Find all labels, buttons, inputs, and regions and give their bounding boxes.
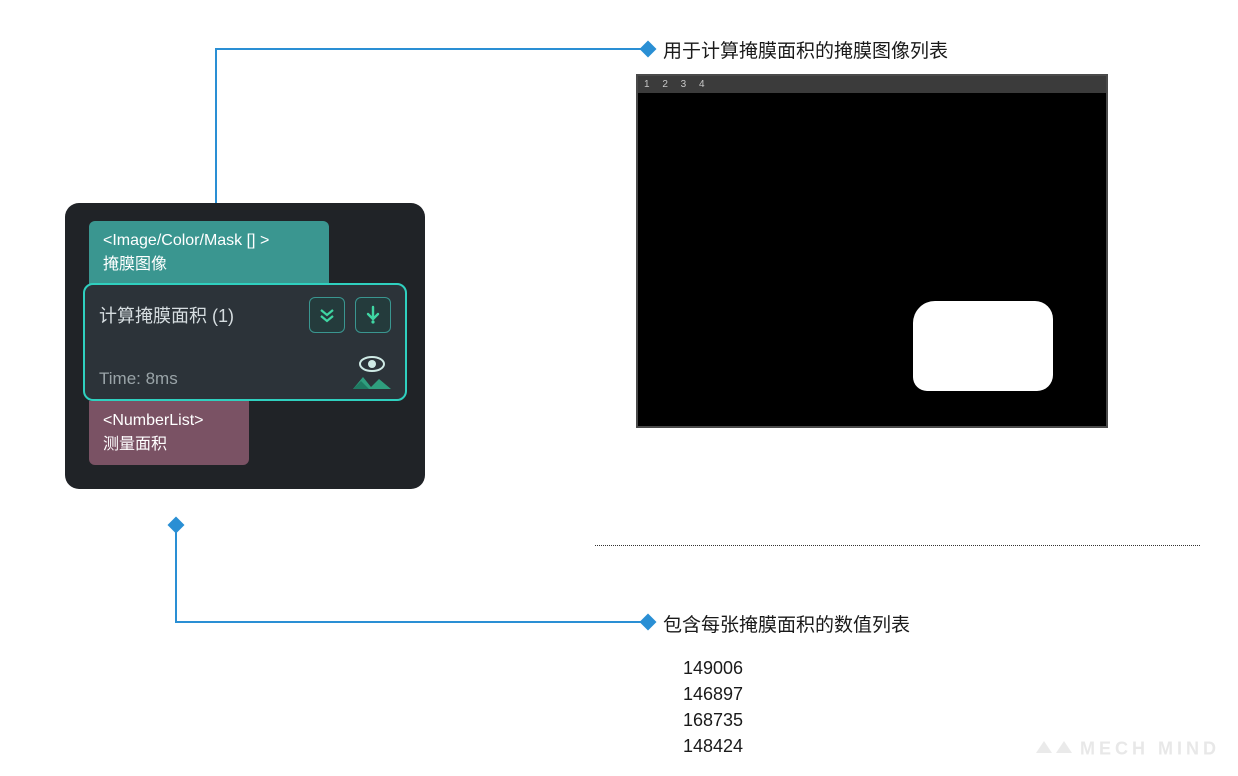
connector-line <box>215 48 645 50</box>
output-type-label: <NumberList> <box>103 409 235 433</box>
connector-endpoint-icon <box>640 41 657 58</box>
area-value-list: 149006 146897 168735 148424 <box>683 655 743 759</box>
callout-number-list: 包含每张掩膜面积的数值列表 <box>663 610 910 637</box>
list-item: 168735 <box>683 707 743 733</box>
expand-button[interactable] <box>309 297 345 333</box>
connector-line <box>175 621 645 623</box>
list-item: 149006 <box>683 655 743 681</box>
input-type-label: <Image/Color/Mask [] > <box>103 229 315 253</box>
connector-endpoint-icon <box>168 517 185 534</box>
list-item: 148424 <box>683 733 743 759</box>
node-title: 计算掩膜面积 (1) <box>99 302 299 328</box>
connector-line <box>215 48 217 222</box>
time-label: Time: 8ms <box>99 369 178 389</box>
download-arrow-icon <box>364 305 382 325</box>
output-port[interactable]: <NumberList> 测量面积 <box>89 401 249 465</box>
eye-icon <box>357 355 387 373</box>
connector-endpoint-icon <box>640 614 657 631</box>
double-chevron-down-icon <box>317 305 337 325</box>
watermark: MECH MIND <box>1034 737 1220 762</box>
logo-icon <box>1034 737 1074 762</box>
callout-mask-list: 用于计算掩膜面积的掩膜图像列表 <box>663 36 948 63</box>
separator <box>595 545 1200 546</box>
connector-line <box>175 525 177 623</box>
mask-blob <box>913 301 1053 391</box>
node-main[interactable]: 计算掩膜面积 (1) Time: 8ms <box>83 283 407 401</box>
input-name: 掩膜图像 <box>103 253 315 277</box>
preview-tab-strip[interactable]: 1 2 3 4 <box>638 76 1106 93</box>
download-button[interactable] <box>355 297 391 333</box>
mask-preview-panel: 1 2 3 4 <box>636 74 1108 428</box>
input-port[interactable]: <Image/Color/Mask [] > 掩膜图像 <box>89 221 329 285</box>
output-name: 测量面积 <box>103 433 235 457</box>
visibility-toggle[interactable] <box>353 355 391 389</box>
list-item: 146897 <box>683 681 743 707</box>
hills-icon <box>353 375 391 389</box>
node-panel: <Image/Color/Mask [] > 掩膜图像 计算掩膜面积 (1) T… <box>65 203 425 489</box>
